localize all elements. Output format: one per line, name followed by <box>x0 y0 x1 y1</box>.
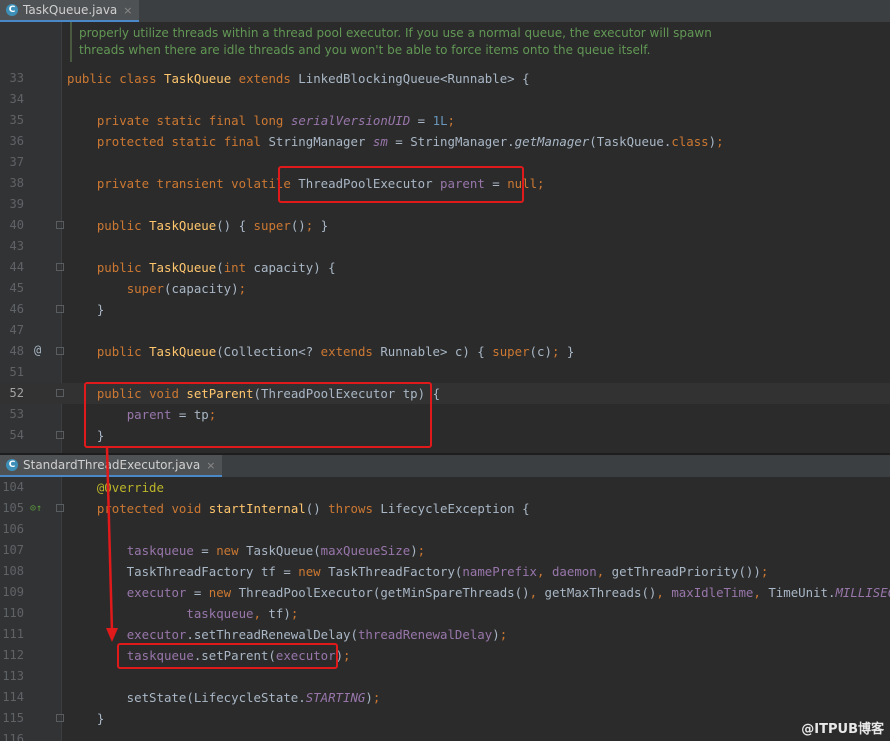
annotation-arrow <box>105 447 118 642</box>
arrow-shaft <box>105 447 114 633</box>
arrow-head <box>106 628 118 642</box>
watermark: @ITPUB博客 <box>801 722 884 737</box>
